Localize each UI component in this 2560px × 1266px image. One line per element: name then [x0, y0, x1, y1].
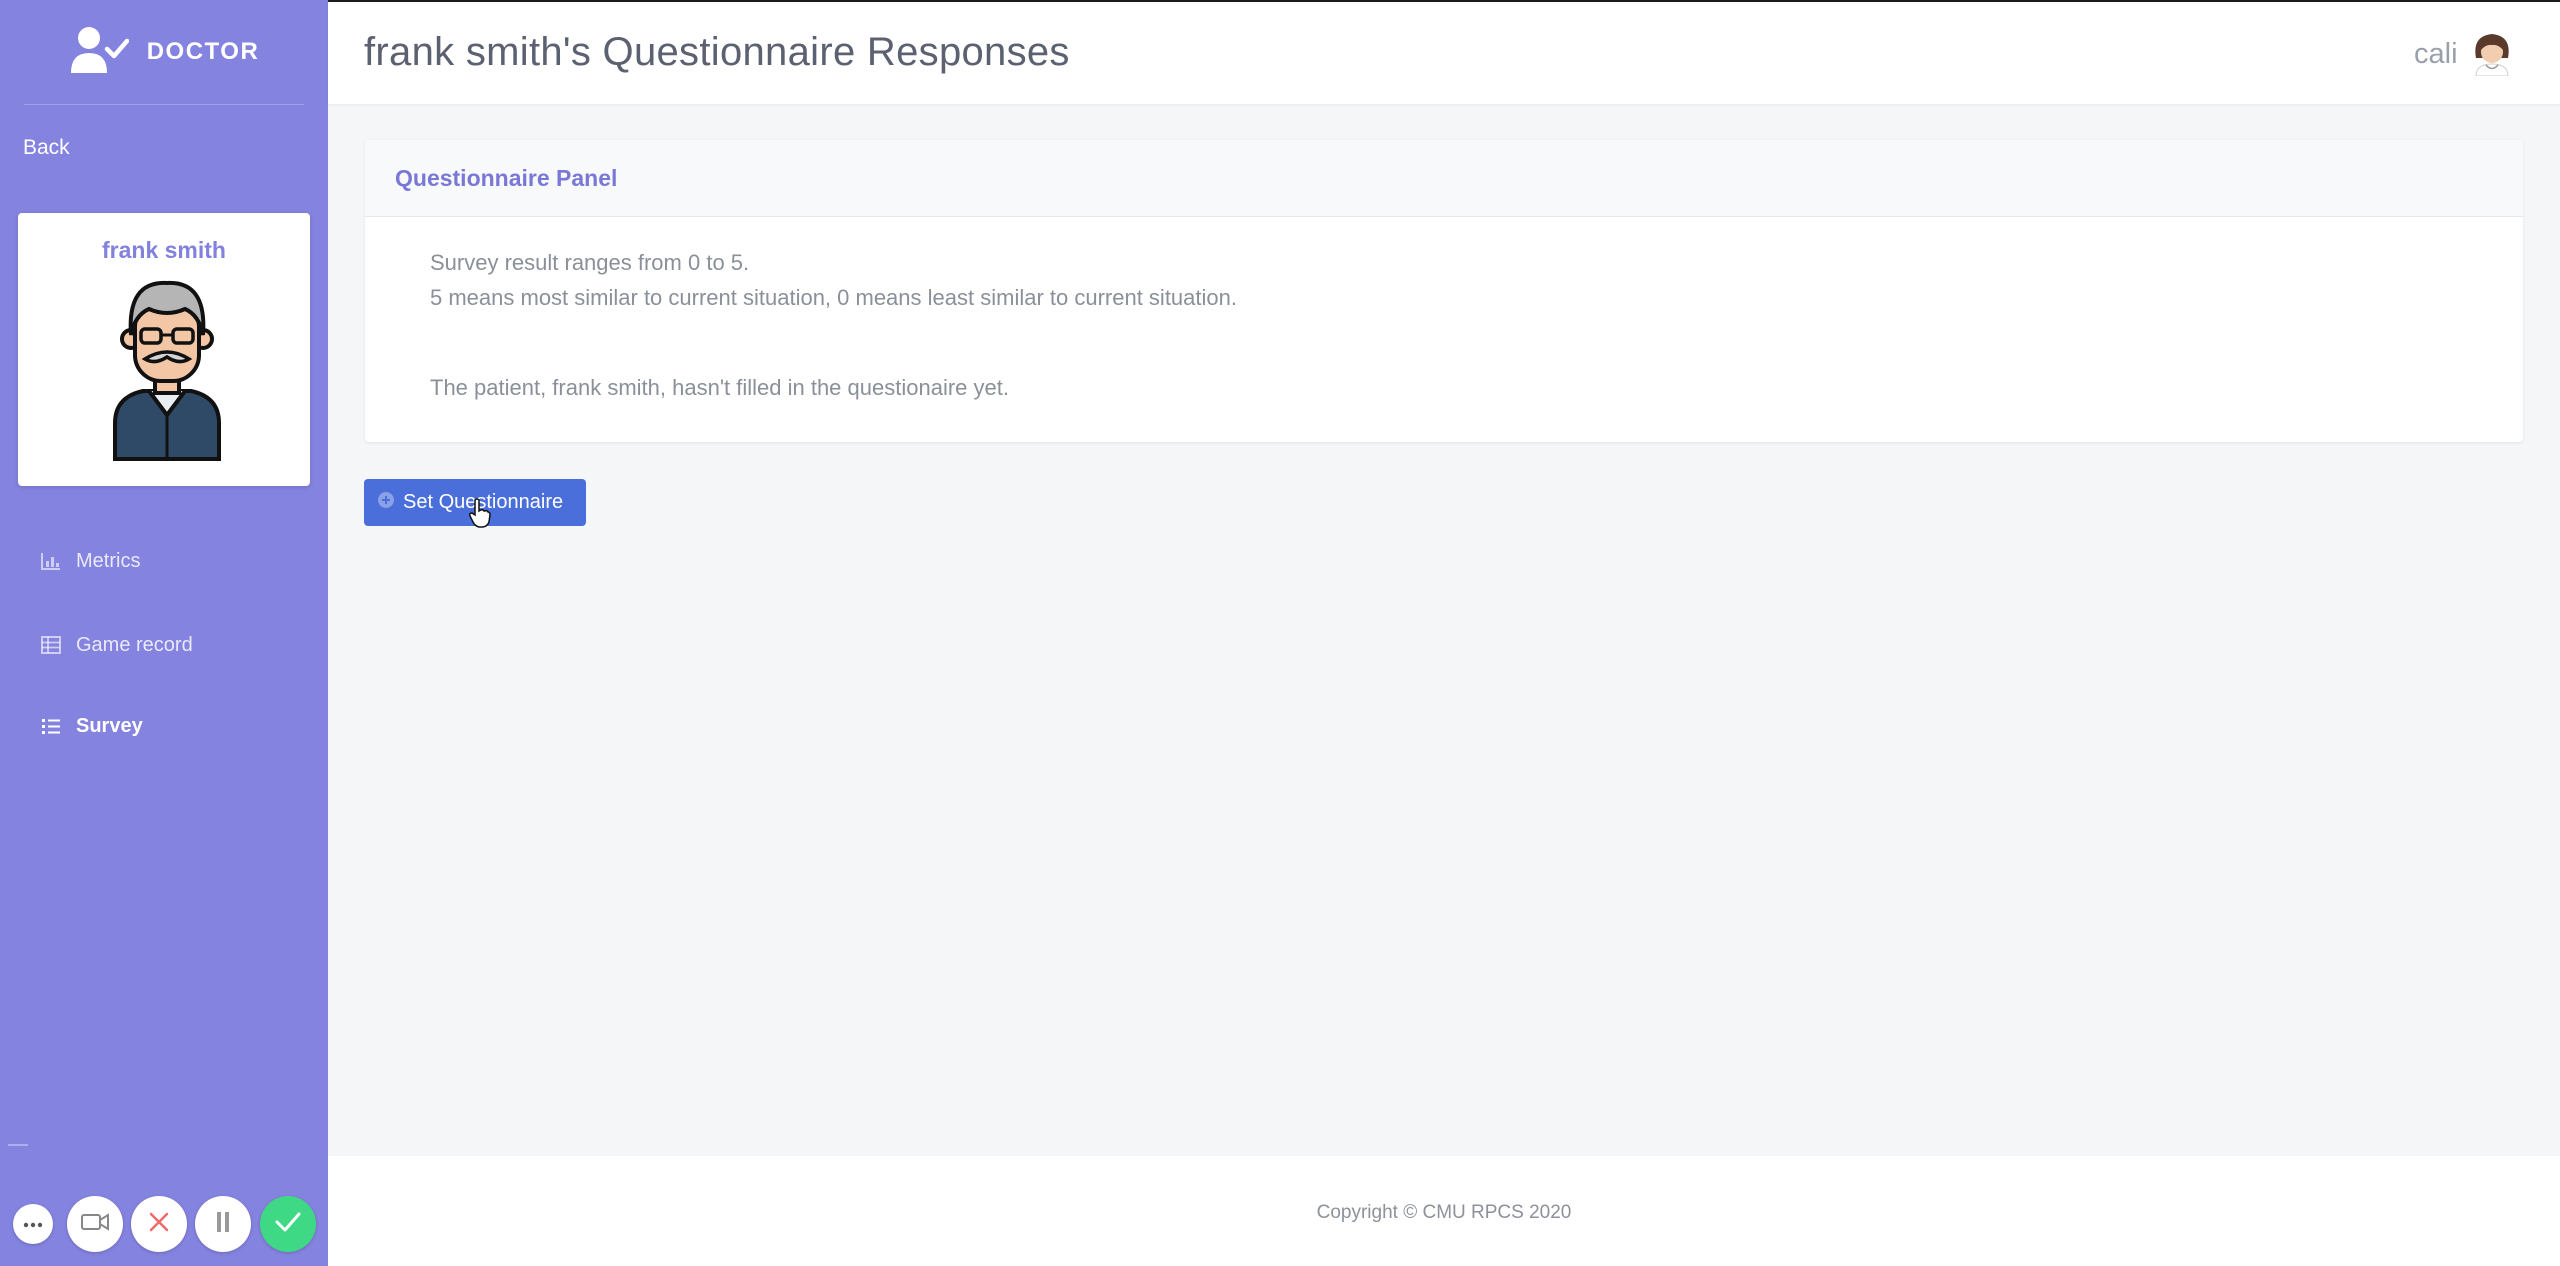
- table-icon: [40, 634, 62, 656]
- questionnaire-panel: Questionnaire Panel Survey result ranges…: [365, 140, 2523, 442]
- sidebar-divider: [24, 104, 304, 105]
- chart-icon: [40, 550, 62, 572]
- close-icon: [148, 1211, 170, 1238]
- nav-label-survey: Survey: [76, 714, 143, 737]
- more-button[interactable]: [13, 1204, 53, 1244]
- pause-button[interactable]: [195, 1196, 251, 1252]
- panel-title: Questionnaire Panel: [395, 165, 618, 191]
- footer: Copyright © CMU RPCS 2020: [328, 1156, 2560, 1266]
- user-name[interactable]: cali: [2414, 38, 2458, 71]
- user-avatar[interactable]: [2468, 28, 2516, 77]
- list-icon: [40, 715, 62, 737]
- panel-header: Questionnaire Panel: [365, 140, 2523, 217]
- top-bar: frank smith's Questionnaire Responses ca…: [328, 0, 2560, 104]
- video-button[interactable]: [67, 1196, 123, 1252]
- video-icon: [81, 1212, 109, 1237]
- nav-item-game-record[interactable]: Game record: [40, 625, 193, 665]
- more-icon: [23, 1215, 43, 1233]
- back-link[interactable]: Back: [23, 136, 70, 160]
- hand-cursor-icon: [469, 498, 491, 528]
- brand: DOCTOR: [0, 0, 328, 104]
- page-title: frank smith's Questionnaire Responses: [364, 30, 1070, 74]
- nav-label-game-record: Game record: [76, 633, 193, 656]
- survey-status-text: The patient, frank smith, hasn't filled …: [430, 375, 1009, 400]
- nav-item-metrics[interactable]: Metrics: [40, 541, 140, 581]
- survey-range-text: Survey result ranges from 0 to 5.: [430, 250, 750, 275]
- user-check-icon: [69, 25, 129, 80]
- plus-circle-icon: [377, 491, 395, 515]
- brand-label: DOCTOR: [146, 38, 260, 65]
- nav-label-metrics: Metrics: [76, 549, 141, 572]
- copyright-text: Copyright © CMU RPCS 2020: [1316, 1202, 1572, 1223]
- check-icon: [275, 1212, 301, 1237]
- callbar-handle[interactable]: [8, 1144, 28, 1146]
- confirm-button[interactable]: [260, 1196, 316, 1252]
- sidebar: DOCTOR Back frank smith Metrics Game rec…: [0, 0, 328, 1266]
- pause-icon: [215, 1211, 231, 1238]
- survey-scale-text: 5 means most similar to current situatio…: [430, 285, 1237, 310]
- patient-card: frank smith: [18, 213, 310, 486]
- nav-item-survey[interactable]: Survey: [40, 706, 143, 746]
- patient-avatar: [109, 273, 225, 463]
- end-call-button[interactable]: [131, 1196, 187, 1252]
- patient-name: frank smith: [102, 237, 226, 263]
